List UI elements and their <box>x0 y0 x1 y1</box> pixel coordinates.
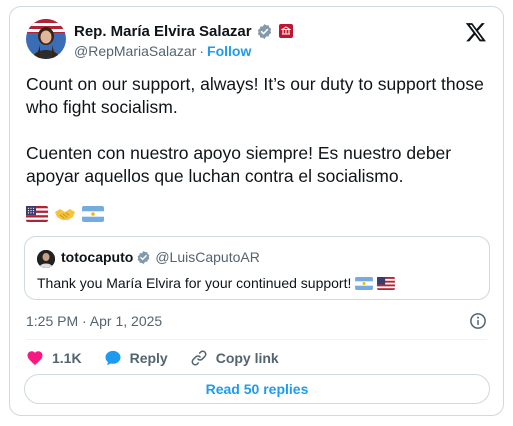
us-flag-icon <box>377 276 396 290</box>
tweet-actions: 1.1K Reply Copy link <box>26 346 279 370</box>
argentina-flag-icon <box>82 206 104 222</box>
us-flag-icon <box>26 206 48 222</box>
quoted-text: Thank you María Elvira for your continue… <box>37 275 352 291</box>
tweet-body: Count on our support, always! It’s our d… <box>26 73 491 188</box>
author-name-row: Rep. María Elvira Salazar <box>74 21 293 41</box>
info-icon[interactable] <box>469 312 487 330</box>
gray-verified-badge-icon <box>256 23 273 40</box>
like-count: 1.1K <box>52 350 82 366</box>
speech-bubble-icon <box>104 349 122 367</box>
quoted-text-row: Thank you María Elvira for your continue… <box>37 275 396 291</box>
tweet-paragraph-english: Count on our support, always! It’s our d… <box>26 74 484 117</box>
author-display-name[interactable]: Rep. María Elvira Salazar <box>74 23 252 40</box>
quoted-handle[interactable]: @LuisCaputoAR <box>155 249 260 265</box>
copy-link-button[interactable]: Copy link <box>190 349 279 367</box>
argentina-flag-icon <box>355 276 374 290</box>
tweet-emoji-row <box>26 205 104 223</box>
tweet-timestamp[interactable]: 1:25 PM · Apr 1, 2025 <box>26 313 162 329</box>
divider <box>26 339 487 340</box>
author-handle[interactable]: @RepMariaSalazar <box>74 43 196 59</box>
link-icon <box>190 349 208 367</box>
quoted-display-name[interactable]: totocaputo <box>61 249 133 265</box>
x-logo-icon[interactable] <box>465 21 487 43</box>
quoted-name-row: totocaputo @LuisCaputoAR <box>61 249 260 265</box>
author-avatar[interactable] <box>26 19 66 59</box>
author-handle-row: @RepMariaSalazar · Follow <box>74 43 251 59</box>
reply-button[interactable]: Reply <box>104 349 168 367</box>
reply-label: Reply <box>129 350 168 366</box>
like-button[interactable]: 1.1K <box>26 349 82 367</box>
heart-icon <box>26 349 44 367</box>
gray-verified-badge-icon <box>136 250 151 265</box>
separator-dot: · <box>199 43 205 59</box>
handshake-icon <box>54 206 76 222</box>
tweet-paragraph-spanish: Cuenten con nuestro apoyo siempre! Es nu… <box>26 143 452 186</box>
follow-button[interactable]: Follow <box>207 43 251 59</box>
quoted-tweet[interactable]: totocaputo @LuisCaputoAR Thank you María… <box>24 236 490 300</box>
quoted-author-avatar[interactable] <box>37 250 55 268</box>
congress-affiliation-icon[interactable] <box>278 24 293 38</box>
copy-link-label: Copy link <box>215 350 279 366</box>
tweet-card: Rep. María Elvira Salazar @RepMariaSalaz… <box>9 6 504 416</box>
read-replies-button[interactable]: Read 50 replies <box>24 374 490 404</box>
